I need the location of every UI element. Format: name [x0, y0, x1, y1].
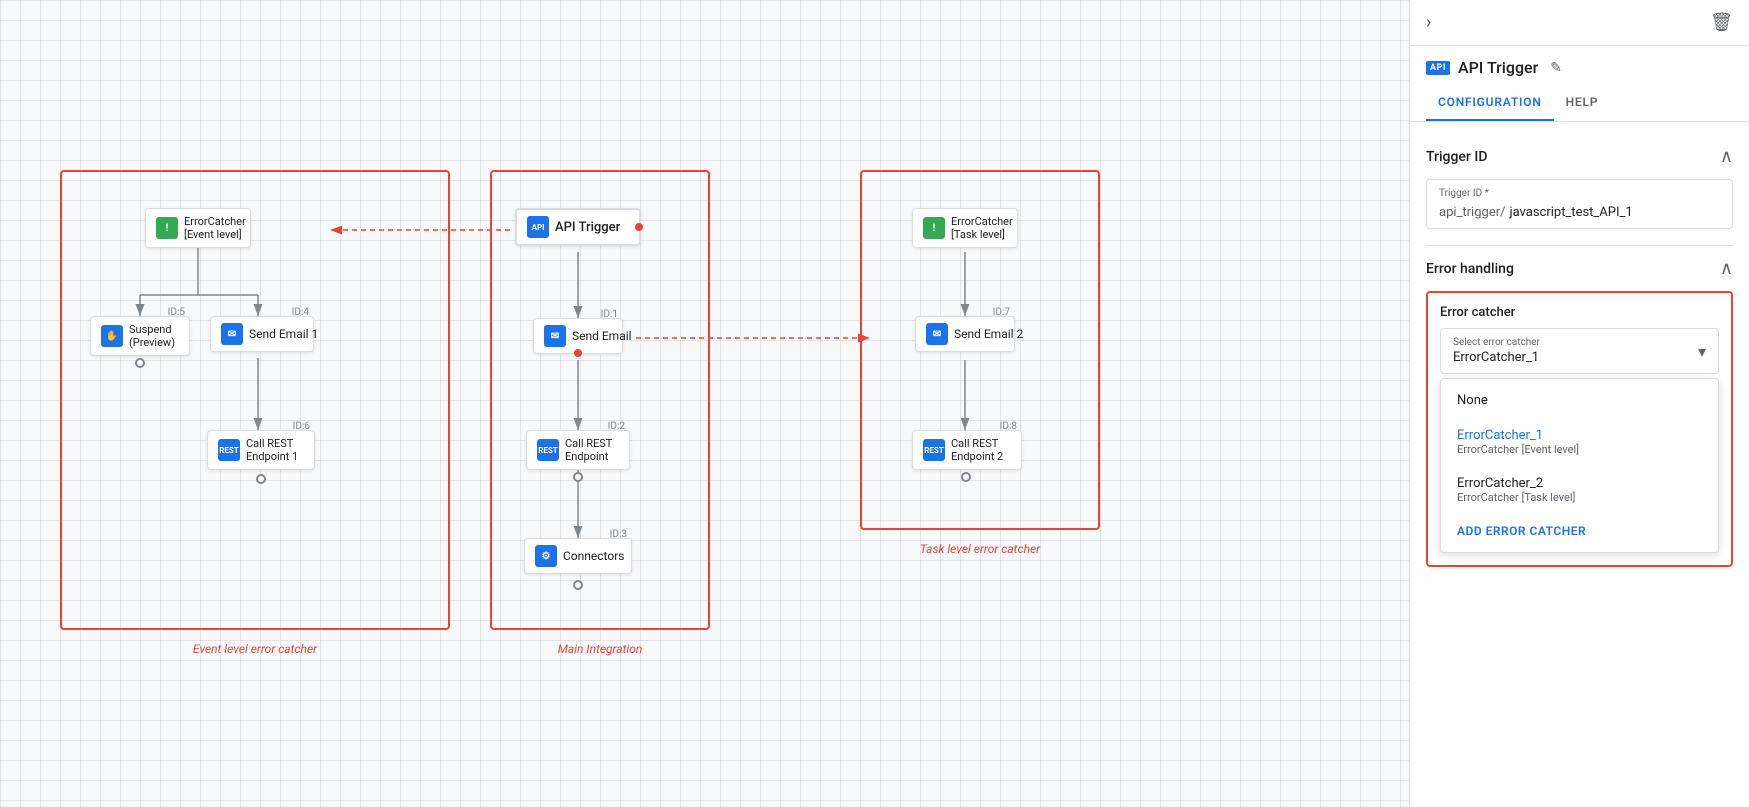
dropdown-item-errorcatcher-2[interactable]: ErrorCatcher_2 ErrorCatcher [Task level] [1441, 466, 1718, 514]
api-trigger-icon: API [527, 216, 549, 238]
call-rest-label: Call REST Endpoint [565, 437, 612, 463]
canvas: Event level error catcher Main Integrati… [0, 0, 1409, 807]
send-email-2-icon: ✉ [926, 323, 948, 345]
dropdown-item-errorcatcher-1[interactable]: ErrorCatcher_1 ErrorCatcher [Event level… [1441, 418, 1718, 466]
connectors-icon: ⚙ [535, 545, 557, 567]
send-email-id: ID:1 [601, 309, 618, 320]
send-email-label: Send Email [572, 329, 632, 343]
panel-title-row: API API Trigger ✎ [1410, 46, 1749, 77]
call-rest-2-id: ID:8 [1000, 421, 1017, 432]
panel-header-left: › [1426, 12, 1431, 33]
send-email-icon: ✉ [544, 325, 566, 347]
errorcatcher-task-label: ErrorCatcher [Task level] [951, 215, 1013, 241]
trigger-id-title: Trigger ID [1426, 149, 1487, 165]
connectors-id: ID:3 [610, 529, 627, 540]
trigger-id-section-header: Trigger ID ∧ [1426, 146, 1733, 167]
errorcatcher-task-icon: ! [923, 217, 945, 239]
trigger-id-toggle[interactable]: ∧ [1720, 146, 1733, 167]
main-integration-label: Main Integration [558, 642, 643, 656]
call-rest-2-connector [961, 472, 971, 482]
node-call-rest[interactable]: REST Call REST Endpoint ID:2 [526, 430, 630, 470]
api-badge: API [1426, 61, 1450, 75]
api-trigger-dot [635, 223, 643, 231]
add-error-catcher-button[interactable]: ADD ERROR CATCHER [1441, 514, 1718, 548]
select-container-inner: Select error catcher ErrorCatcher_1 [1453, 337, 1540, 365]
call-rest-1-label: Call REST Endpoint 1 [246, 437, 298, 463]
api-trigger-label: API Trigger [555, 220, 620, 235]
delete-button[interactable]: 🗑 [1710, 12, 1733, 33]
node-errorcatcher-event[interactable]: ! ErrorCatcher [Event level] [145, 208, 251, 248]
node-api-trigger[interactable]: API API Trigger [515, 208, 641, 246]
error-handling-toggle[interactable]: ∧ [1720, 258, 1733, 279]
section-divider [1426, 245, 1733, 246]
tab-configuration[interactable]: CONFIGURATION [1426, 85, 1554, 121]
call-rest-2-icon: REST [923, 439, 945, 461]
suspend-connector [135, 358, 145, 368]
errorcatcher-event-label: ErrorCatcher [Event level] [184, 215, 246, 241]
select-value: ErrorCatcher_1 [1453, 350, 1540, 365]
panel-header: › 🗑 [1410, 0, 1749, 46]
send-email-1-label: Send Email 1 [249, 327, 318, 341]
errorcatcher-2-label: ErrorCatcher_2 [1457, 476, 1543, 491]
node-connectors[interactable]: ⚙ Connectors ID:3 [524, 538, 632, 574]
send-email-2-label: Send Email 2 [954, 327, 1023, 341]
errorcatcher-event-icon: ! [156, 217, 178, 239]
node-send-email-1[interactable]: ✉ Send Email 1 ID:4 [210, 316, 314, 352]
event-level-label: Event level error catcher [193, 642, 317, 656]
send-email-2-id: ID:7 [993, 307, 1010, 318]
call-rest-icon: REST [537, 439, 559, 461]
node-suspend[interactable]: ✋ Suspend (Preview) ID:5 [90, 316, 190, 356]
trigger-id-field-label: Trigger ID * [1439, 188, 1720, 199]
dropdown-arrow-icon: ▾ [1698, 342, 1706, 361]
call-rest-id: ID:2 [608, 421, 625, 432]
errorcatcher-1-label: ErrorCatcher_1 [1457, 428, 1543, 443]
suspend-icon: ✋ [101, 325, 123, 347]
error-handling-section-header: Error handling ∧ [1426, 258, 1733, 279]
task-level-label: Task level error catcher [920, 542, 1040, 556]
node-call-rest-1[interactable]: REST Call REST Endpoint 1 ID:6 [207, 430, 315, 470]
right-panel: › 🗑 API API Trigger ✎ CONFIGURATION HELP… [1409, 0, 1749, 807]
trigger-id-value-row: api_trigger/ javascript_test_API_1 [1439, 201, 1720, 220]
tab-help[interactable]: HELP [1554, 85, 1611, 121]
select-label: Select error catcher [1453, 337, 1540, 348]
send-email-1-icon: ✉ [221, 323, 243, 345]
collapse-icon[interactable]: › [1426, 12, 1431, 33]
trigger-id-value: javascript_test_API_1 [1509, 205, 1632, 220]
panel-tabs: CONFIGURATION HELP [1410, 85, 1749, 122]
trigger-id-prefix: api_trigger/ [1439, 205, 1505, 220]
suspend-label: Suspend (Preview) [129, 323, 175, 349]
event-level-box: Event level error catcher [60, 170, 450, 630]
connectors-label: Connectors [563, 549, 624, 563]
call-rest-1-id: ID:6 [293, 421, 310, 432]
select-error-catcher[interactable]: Select error catcher ErrorCatcher_1 ▾ [1440, 328, 1719, 374]
error-handling-title: Error handling [1426, 261, 1514, 277]
send-email-1-id: ID:4 [292, 307, 309, 318]
dropdown-item-none[interactable]: None [1441, 383, 1718, 418]
node-call-rest-2[interactable]: REST Call REST Endpoint 2 ID:8 [912, 430, 1022, 470]
call-rest-1-connector [256, 474, 266, 484]
send-email-dot [574, 349, 582, 357]
call-rest-2-label: Call REST Endpoint 2 [951, 437, 1003, 463]
error-catcher-box: Error catcher Select error catcher Error… [1426, 291, 1733, 567]
suspend-id: ID:5 [168, 307, 185, 318]
node-errorcatcher-task[interactable]: ! ErrorCatcher [Task level] [912, 208, 1018, 248]
panel-content: Trigger ID ∧ Trigger ID * api_trigger/ j… [1410, 122, 1749, 807]
errorcatcher-1-sublabel: ErrorCatcher [Event level] [1457, 443, 1702, 456]
trigger-id-field[interactable]: Trigger ID * api_trigger/ javascript_tes… [1426, 179, 1733, 229]
panel-title: API Trigger [1458, 58, 1538, 77]
node-send-email-2[interactable]: ✉ Send Email 2 ID:7 [915, 316, 1015, 352]
dropdown-menu: None ErrorCatcher_1 ErrorCatcher [Event … [1440, 378, 1719, 553]
call-rest-connector [573, 472, 583, 482]
edit-title-button[interactable]: ✎ [1550, 60, 1562, 76]
connectors-connector [573, 580, 583, 590]
error-catcher-title: Error catcher [1440, 305, 1719, 320]
call-rest-1-icon: REST [218, 439, 240, 461]
node-send-email[interactable]: ✉ Send Email ID:1 [533, 318, 623, 354]
errorcatcher-2-sublabel: ErrorCatcher [Task level] [1457, 491, 1702, 504]
